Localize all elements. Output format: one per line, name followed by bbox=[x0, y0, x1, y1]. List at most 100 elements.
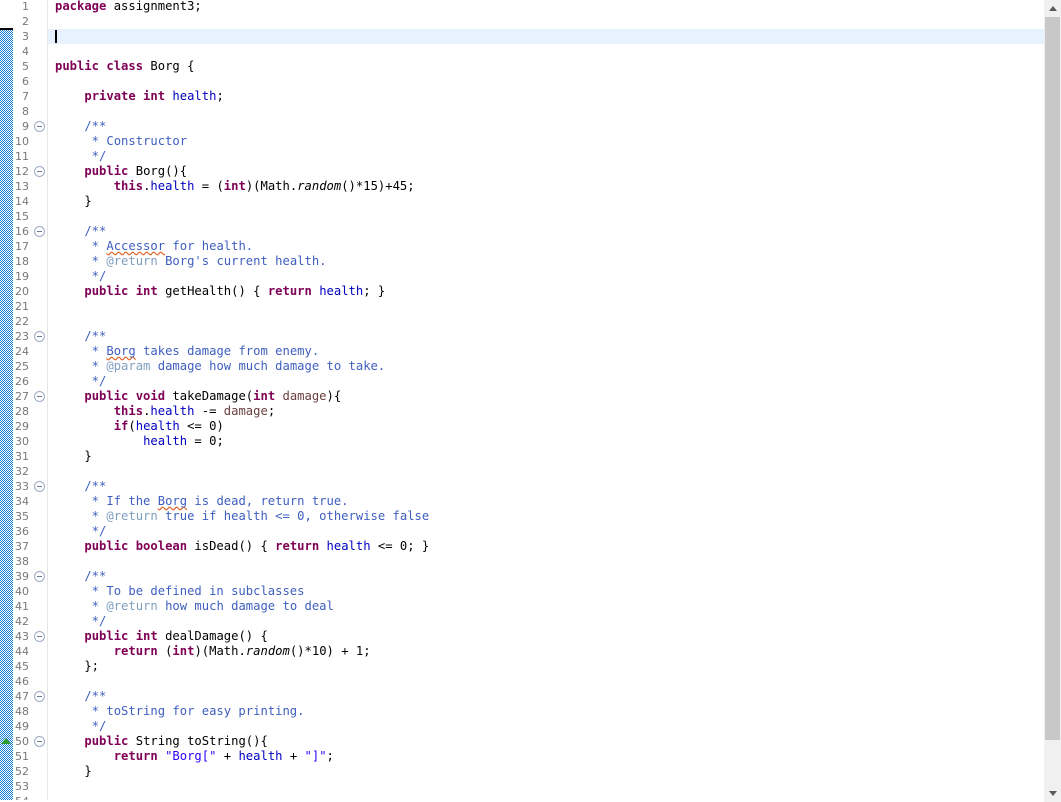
code-line[interactable]: /** bbox=[48, 329, 106, 344]
code-line[interactable]: this.health = (int)(Math.random()*15)+45… bbox=[48, 179, 415, 194]
code-line[interactable]: */ bbox=[48, 269, 107, 284]
code-line[interactable]: } bbox=[48, 194, 91, 209]
code-line[interactable]: /** bbox=[48, 119, 106, 134]
code-line[interactable]: public int getHealth() { return health; … bbox=[48, 284, 385, 299]
code-line[interactable] bbox=[48, 74, 55, 89]
code-line[interactable]: * Borg takes damage from enemy. bbox=[48, 344, 320, 359]
fold-collapse-icon[interactable] bbox=[34, 691, 45, 702]
code-line[interactable]: this.health -= damage; bbox=[48, 404, 275, 419]
code-token: public int bbox=[84, 629, 166, 643]
code-token: public bbox=[84, 734, 136, 748]
code-line[interactable]: public class Borg { bbox=[48, 59, 194, 74]
code-line[interactable] bbox=[48, 299, 55, 314]
code-line[interactable]: /** bbox=[48, 569, 106, 584]
code-line[interactable]: */ bbox=[48, 524, 107, 539]
code-line[interactable] bbox=[48, 44, 55, 59]
code-line[interactable]: /** bbox=[48, 479, 106, 494]
code-line[interactable]: * toString for easy printing. bbox=[48, 704, 305, 719]
fold-collapse-icon[interactable] bbox=[34, 736, 45, 747]
code-token: * bbox=[55, 239, 107, 253]
code-line[interactable]: public String toString(){ bbox=[48, 734, 268, 749]
fold-collapse-icon[interactable] bbox=[34, 481, 45, 492]
code-token: package bbox=[55, 0, 114, 13]
code-token: health bbox=[238, 749, 283, 763]
code-line[interactable]: } bbox=[48, 764, 91, 779]
changed-lines-band bbox=[0, 29, 13, 802]
code-line[interactable]: * @param damage how much damage to take. bbox=[48, 359, 386, 374]
code-line[interactable]: */ bbox=[48, 149, 107, 164]
code-line[interactable] bbox=[48, 104, 55, 119]
code-line[interactable]: public void takeDamage(int damage){ bbox=[48, 389, 341, 404]
code-token: public bbox=[84, 164, 136, 178]
fold-collapse-icon[interactable] bbox=[34, 391, 45, 402]
code-line[interactable] bbox=[48, 29, 55, 44]
code-line[interactable] bbox=[48, 554, 55, 569]
code-token: /** bbox=[55, 479, 107, 493]
code-line[interactable]: */ bbox=[48, 719, 107, 734]
code-token: ( bbox=[128, 419, 136, 433]
java-source-editor[interactable]: 1 2 3 4 5 6 7 8 9 10 11 12 13 14 15 16 17 18 19 20 21 22 23 24 2… bbox=[0, 0, 1061, 802]
code-text-area[interactable]: package assignment3; public class Borg { … bbox=[47, 0, 1061, 802]
code-line[interactable]: return (int)(Math.random()*10) + 1; bbox=[48, 644, 371, 659]
code-token: * bbox=[55, 509, 107, 523]
code-line[interactable] bbox=[48, 14, 55, 29]
code-line[interactable]: health = 0; bbox=[48, 434, 224, 449]
code-token: ()*10) + 1; bbox=[289, 644, 371, 658]
code-line[interactable]: * If the Borg is dead, return true. bbox=[48, 494, 349, 509]
vertical-scrollbar[interactable] bbox=[1044, 0, 1061, 802]
code-line[interactable] bbox=[48, 464, 55, 479]
code-line[interactable]: private int health; bbox=[48, 89, 223, 104]
code-line[interactable]: * @return how much damage to deal bbox=[48, 599, 334, 614]
code-token: public boolean bbox=[84, 539, 195, 553]
code-token: dealDamage() { bbox=[165, 629, 268, 643]
code-line[interactable]: return "Borg[" + health + "]"; bbox=[48, 749, 334, 764]
fold-collapse-icon[interactable] bbox=[34, 121, 45, 132]
code-line[interactable]: * Accessor for health. bbox=[48, 239, 253, 254]
code-token: ; bbox=[267, 404, 276, 418]
code-folding-ruler[interactable] bbox=[33, 0, 47, 802]
code-line[interactable]: package assignment3; bbox=[48, 0, 202, 14]
code-token: random bbox=[297, 179, 342, 193]
code-line[interactable]: */ bbox=[48, 374, 107, 389]
code-line[interactable]: if(health <= 0) bbox=[48, 419, 224, 434]
code-token: )(Math. bbox=[194, 644, 246, 658]
code-line[interactable]: public boolean isDead() { return health … bbox=[48, 539, 429, 554]
scroll-down-button[interactable] bbox=[1044, 785, 1061, 802]
code-line[interactable]: */ bbox=[48, 614, 107, 629]
code-line[interactable]: * To be defined in subclasses bbox=[48, 584, 305, 599]
code-line[interactable] bbox=[48, 779, 55, 794]
fold-collapse-icon[interactable] bbox=[34, 631, 45, 642]
code-line[interactable]: * @return Borg's current health. bbox=[48, 254, 327, 269]
code-token: this bbox=[113, 404, 144, 418]
code-line[interactable]: /** bbox=[48, 689, 106, 704]
code-token: String toString(){ bbox=[135, 734, 268, 748]
code-token: * toString for easy printing. bbox=[55, 704, 305, 718]
code-token: }; bbox=[55, 659, 100, 673]
code-line[interactable] bbox=[48, 209, 55, 224]
fold-collapse-icon[interactable] bbox=[34, 331, 45, 342]
code-line[interactable]: * Constructor bbox=[48, 134, 187, 149]
code-line[interactable]: * @return true if health <= 0, otherwise… bbox=[48, 509, 430, 524]
fold-collapse-icon[interactable] bbox=[34, 226, 45, 237]
code-token: */ bbox=[55, 269, 107, 283]
fold-collapse-icon[interactable] bbox=[34, 571, 45, 582]
code-line[interactable]: }; bbox=[48, 659, 99, 674]
code-token: is dead, return true. bbox=[187, 494, 349, 508]
code-token: )(Math. bbox=[245, 179, 298, 193]
code-token: * Constructor bbox=[55, 134, 188, 148]
vertical-scrollbar-thumb[interactable] bbox=[1045, 17, 1060, 740]
code-token: * To be defined in subclasses bbox=[55, 584, 305, 598]
code-line[interactable] bbox=[48, 314, 55, 329]
scroll-up-button[interactable] bbox=[1044, 0, 1061, 17]
code-line[interactable]: public int dealDamage() { bbox=[48, 629, 268, 644]
code-line[interactable]: } bbox=[48, 449, 91, 464]
code-line[interactable]: public Borg(){ bbox=[48, 164, 187, 179]
code-token: takeDamage( bbox=[172, 389, 254, 403]
fold-collapse-icon[interactable] bbox=[34, 166, 45, 177]
code-line[interactable] bbox=[48, 674, 55, 689]
code-token: * bbox=[55, 599, 107, 613]
code-line[interactable]: /** bbox=[48, 224, 106, 239]
